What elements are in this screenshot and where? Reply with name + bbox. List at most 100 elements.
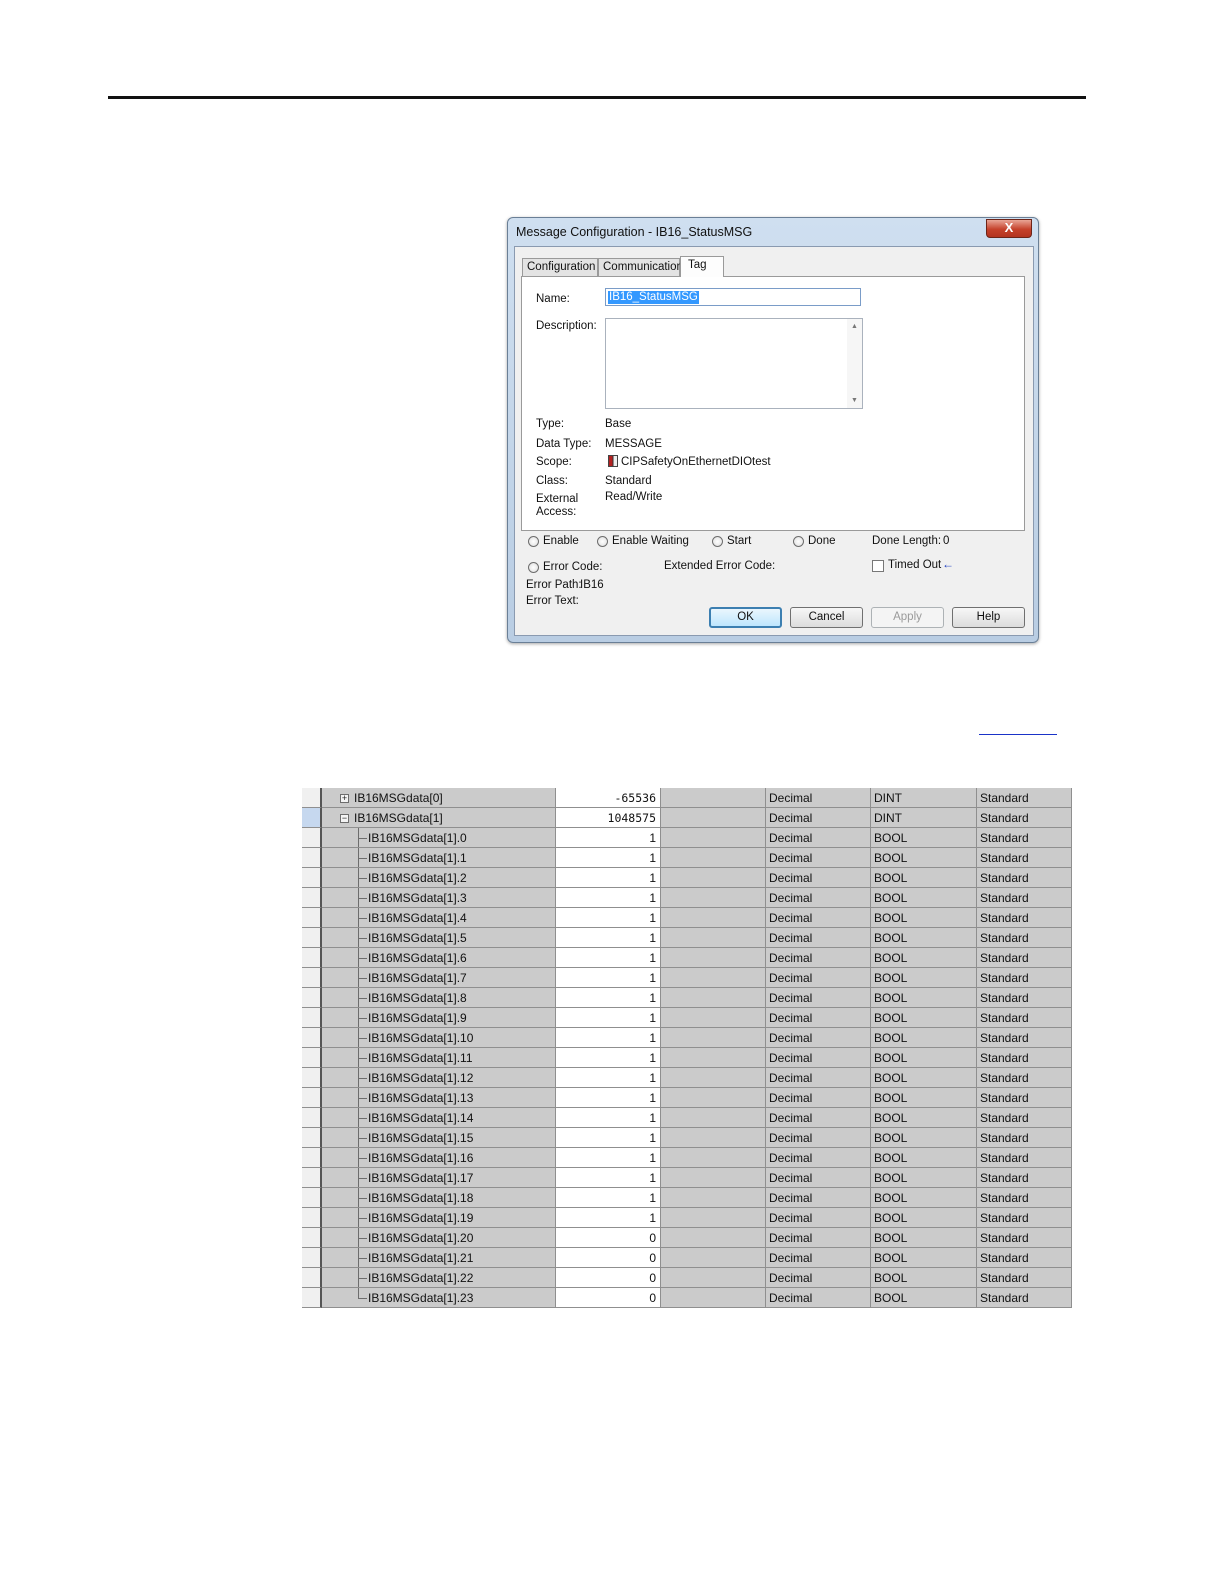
- force-mask-cell[interactable]: [661, 868, 766, 888]
- tag-value-cell[interactable]: 0: [556, 1228, 661, 1248]
- tag-name-cell[interactable]: IB16MSGdata[1].2: [322, 868, 556, 888]
- class-cell[interactable]: Standard: [977, 1168, 1072, 1188]
- row-selector[interactable]: [302, 1048, 322, 1068]
- tag-value-cell[interactable]: 1: [556, 1148, 661, 1168]
- force-mask-cell[interactable]: [661, 1088, 766, 1108]
- tag-name-cell[interactable]: IB16MSGdata[1].3: [322, 888, 556, 908]
- row-selector[interactable]: [302, 1008, 322, 1028]
- name-field[interactable]: IB16_StatusMSG: [605, 288, 861, 306]
- tag-name-cell[interactable]: + IB16MSGdata[0]: [322, 788, 556, 808]
- tag-value-cell[interactable]: 1: [556, 1048, 661, 1068]
- table-row[interactable]: IB16MSGdata[1].8 1 Decimal BOOL Standard: [302, 988, 1072, 1008]
- class-cell[interactable]: Standard: [977, 828, 1072, 848]
- row-selector[interactable]: [302, 1248, 322, 1268]
- tag-value-cell[interactable]: 1: [556, 888, 661, 908]
- tag-name-cell[interactable]: IB16MSGdata[1].0: [322, 828, 556, 848]
- table-row[interactable]: IB16MSGdata[1].1 1 Decimal BOOL Standard: [302, 848, 1072, 868]
- scroll-up-icon[interactable]: ▲: [851, 323, 858, 330]
- force-mask-cell[interactable]: [661, 1208, 766, 1228]
- style-cell[interactable]: Decimal: [766, 928, 871, 948]
- help-button[interactable]: Help: [952, 607, 1025, 628]
- table-row[interactable]: IB16MSGdata[1].14 1 Decimal BOOL Standard: [302, 1108, 1072, 1128]
- force-mask-cell[interactable]: [661, 1008, 766, 1028]
- tab-tag[interactable]: Tag: [680, 256, 724, 277]
- data-type-cell[interactable]: DINT: [871, 788, 977, 808]
- style-cell[interactable]: Decimal: [766, 908, 871, 928]
- data-type-cell[interactable]: BOOL: [871, 1048, 977, 1068]
- data-type-cell[interactable]: BOOL: [871, 1208, 977, 1228]
- row-selector[interactable]: [302, 828, 322, 848]
- tag-value-cell[interactable]: 1: [556, 828, 661, 848]
- force-mask-cell[interactable]: [661, 1228, 766, 1248]
- table-row[interactable]: IB16MSGdata[1].22 0 Decimal BOOL Standard: [302, 1268, 1072, 1288]
- style-cell[interactable]: Decimal: [766, 1228, 871, 1248]
- table-row[interactable]: IB16MSGdata[1].0 1 Decimal BOOL Standard: [302, 828, 1072, 848]
- class-cell[interactable]: Standard: [977, 1048, 1072, 1068]
- tag-name-cell[interactable]: IB16MSGdata[1].17: [322, 1168, 556, 1188]
- data-type-cell[interactable]: BOOL: [871, 1248, 977, 1268]
- class-cell[interactable]: Standard: [977, 1148, 1072, 1168]
- style-cell[interactable]: Decimal: [766, 1268, 871, 1288]
- tag-value-cell[interactable]: 0: [556, 1288, 661, 1308]
- force-mask-cell[interactable]: [661, 848, 766, 868]
- force-mask-cell[interactable]: [661, 1248, 766, 1268]
- scroll-down-icon[interactable]: ▼: [851, 397, 858, 404]
- tag-value-cell[interactable]: 1: [556, 1088, 661, 1108]
- row-selector[interactable]: [302, 788, 322, 808]
- data-type-cell[interactable]: BOOL: [871, 908, 977, 928]
- class-cell[interactable]: Standard: [977, 888, 1072, 908]
- class-cell[interactable]: Standard: [977, 1228, 1072, 1248]
- row-selector[interactable]: [302, 1108, 322, 1128]
- data-type-cell[interactable]: BOOL: [871, 1128, 977, 1148]
- force-mask-cell[interactable]: [661, 1288, 766, 1308]
- style-cell[interactable]: Decimal: [766, 1108, 871, 1128]
- table-row[interactable]: IB16MSGdata[1].16 1 Decimal BOOL Standard: [302, 1148, 1072, 1168]
- class-cell[interactable]: Standard: [977, 868, 1072, 888]
- force-mask-cell[interactable]: [661, 968, 766, 988]
- tag-name-cell[interactable]: IB16MSGdata[1].6: [322, 948, 556, 968]
- tag-name-cell[interactable]: IB16MSGdata[1].5: [322, 928, 556, 948]
- tag-value-cell[interactable]: 1: [556, 1128, 661, 1148]
- row-selector[interactable]: [302, 1028, 322, 1048]
- tag-name-cell[interactable]: IB16MSGdata[1].11: [322, 1048, 556, 1068]
- row-selector[interactable]: [302, 948, 322, 968]
- row-selector[interactable]: [302, 1068, 322, 1088]
- force-mask-cell[interactable]: [661, 788, 766, 808]
- data-type-cell[interactable]: BOOL: [871, 1108, 977, 1128]
- tag-name-cell[interactable]: IB16MSGdata[1].15: [322, 1128, 556, 1148]
- data-type-cell[interactable]: BOOL: [871, 1088, 977, 1108]
- table-row[interactable]: IB16MSGdata[1].21 0 Decimal BOOL Standard: [302, 1248, 1072, 1268]
- style-cell[interactable]: Decimal: [766, 1088, 871, 1108]
- force-mask-cell[interactable]: [661, 1188, 766, 1208]
- row-selector[interactable]: [302, 1268, 322, 1288]
- table-row[interactable]: IB16MSGdata[1].11 1 Decimal BOOL Standard: [302, 1048, 1072, 1068]
- tag-name-cell[interactable]: − IB16MSGdata[1]: [322, 808, 556, 828]
- tag-name-cell[interactable]: IB16MSGdata[1].23: [322, 1288, 556, 1308]
- data-type-cell[interactable]: BOOL: [871, 828, 977, 848]
- data-type-cell[interactable]: BOOL: [871, 888, 977, 908]
- class-cell[interactable]: Standard: [977, 988, 1072, 1008]
- class-cell[interactable]: Standard: [977, 1008, 1072, 1028]
- style-cell[interactable]: Decimal: [766, 868, 871, 888]
- tag-value-cell[interactable]: 1: [556, 948, 661, 968]
- tag-name-cell[interactable]: IB16MSGdata[1].18: [322, 1188, 556, 1208]
- table-row[interactable]: IB16MSGdata[1].13 1 Decimal BOOL Standard: [302, 1088, 1072, 1108]
- tag-name-cell[interactable]: IB16MSGdata[1].4: [322, 908, 556, 928]
- row-selector[interactable]: [302, 848, 322, 868]
- table-row[interactable]: IB16MSGdata[1].7 1 Decimal BOOL Standard: [302, 968, 1072, 988]
- table-row[interactable]: IB16MSGdata[1].23 0 Decimal BOOL Standard: [302, 1288, 1072, 1308]
- force-mask-cell[interactable]: [661, 1108, 766, 1128]
- tag-name-cell[interactable]: IB16MSGdata[1].12: [322, 1068, 556, 1088]
- style-cell[interactable]: Decimal: [766, 848, 871, 868]
- force-mask-cell[interactable]: [661, 908, 766, 928]
- class-cell[interactable]: Standard: [977, 1068, 1072, 1088]
- tag-value-cell[interactable]: -65536: [556, 788, 661, 808]
- style-cell[interactable]: Decimal: [766, 808, 871, 828]
- style-cell[interactable]: Decimal: [766, 1148, 871, 1168]
- class-cell[interactable]: Standard: [977, 928, 1072, 948]
- data-type-cell[interactable]: BOOL: [871, 868, 977, 888]
- close-button[interactable]: X: [986, 219, 1032, 238]
- row-selector[interactable]: [302, 888, 322, 908]
- data-type-cell[interactable]: BOOL: [871, 1068, 977, 1088]
- row-selector[interactable]: [302, 928, 322, 948]
